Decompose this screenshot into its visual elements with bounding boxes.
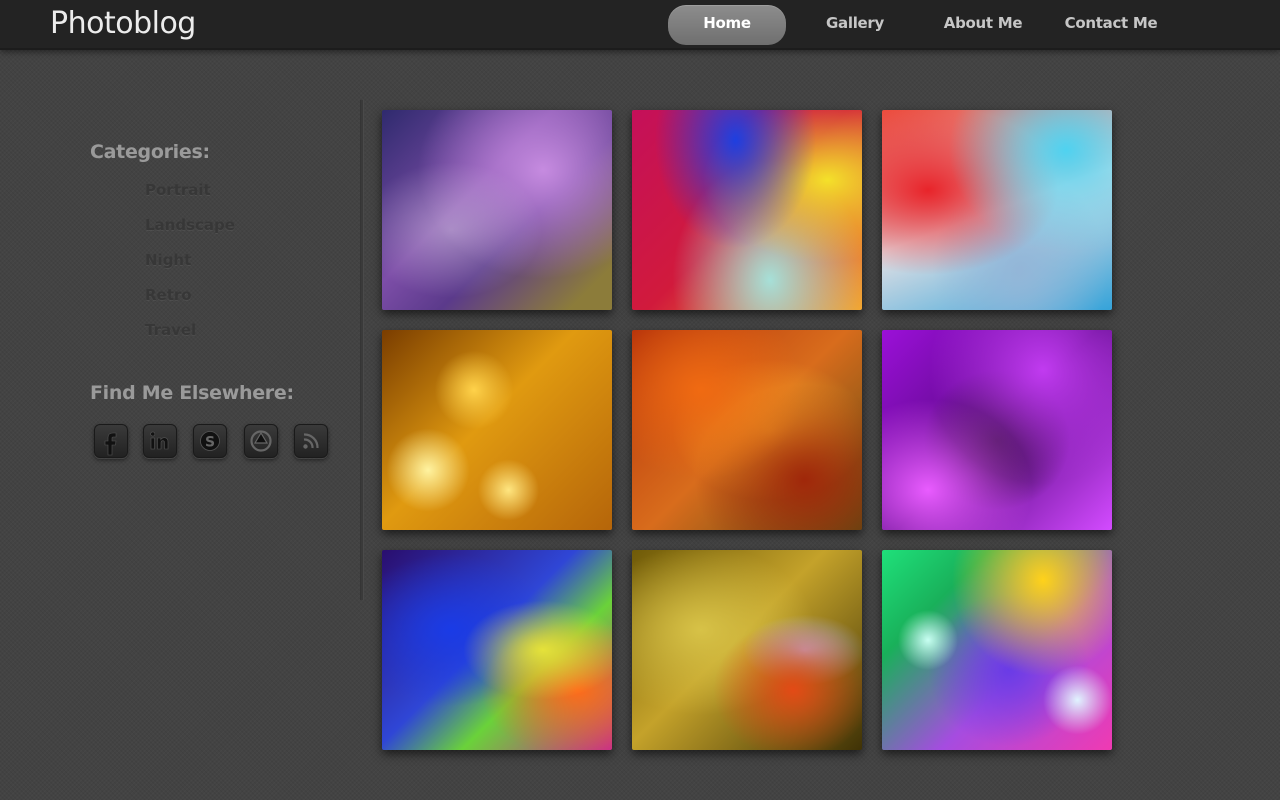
- gallery-photo[interactable]: [632, 550, 862, 750]
- nav-home[interactable]: Home: [668, 5, 786, 45]
- sidebar-divider: [360, 100, 364, 600]
- nav-gallery[interactable]: Gallery: [810, 5, 900, 45]
- category-portrait[interactable]: Portrait: [145, 180, 235, 215]
- rss-link[interactable]: [294, 424, 328, 458]
- category-night[interactable]: Night: [145, 250, 235, 285]
- linkedin-icon: [150, 431, 169, 450]
- facebook-icon: [104, 432, 117, 456]
- gallery-photo[interactable]: [382, 330, 612, 530]
- social-heading: Find Me Elsewhere:: [90, 382, 294, 404]
- gallery-photo[interactable]: [382, 550, 612, 750]
- skype-icon: S: [200, 431, 220, 451]
- gallery-photo[interactable]: [382, 110, 612, 310]
- nav-about-me[interactable]: About Me: [930, 5, 1036, 45]
- gallery-photo[interactable]: [882, 110, 1112, 310]
- top-navigation-bar: Photoblog Home Gallery About Me Contact …: [0, 0, 1280, 50]
- nav-contact-me[interactable]: Contact Me: [1060, 5, 1162, 45]
- svg-text:S: S: [205, 435, 215, 451]
- gallery-photo[interactable]: [632, 330, 862, 530]
- categories-heading: Categories:: [90, 141, 210, 163]
- picasa-icon: [250, 430, 272, 452]
- picasa-link[interactable]: [244, 424, 278, 458]
- category-retro[interactable]: Retro: [145, 285, 235, 320]
- gallery-photo[interactable]: [882, 330, 1112, 530]
- site-brand[interactable]: Photoblog: [50, 6, 196, 42]
- category-list: Portrait Landscape Night Retro Travel: [145, 180, 235, 355]
- gallery-photo[interactable]: [882, 550, 1112, 750]
- facebook-link[interactable]: [94, 424, 128, 458]
- rss-icon: [303, 433, 319, 449]
- linkedin-link[interactable]: [143, 424, 177, 458]
- category-travel[interactable]: Travel: [145, 320, 235, 355]
- gallery-photo[interactable]: [632, 110, 862, 310]
- skype-link[interactable]: S: [193, 424, 227, 458]
- category-landscape[interactable]: Landscape: [145, 215, 235, 250]
